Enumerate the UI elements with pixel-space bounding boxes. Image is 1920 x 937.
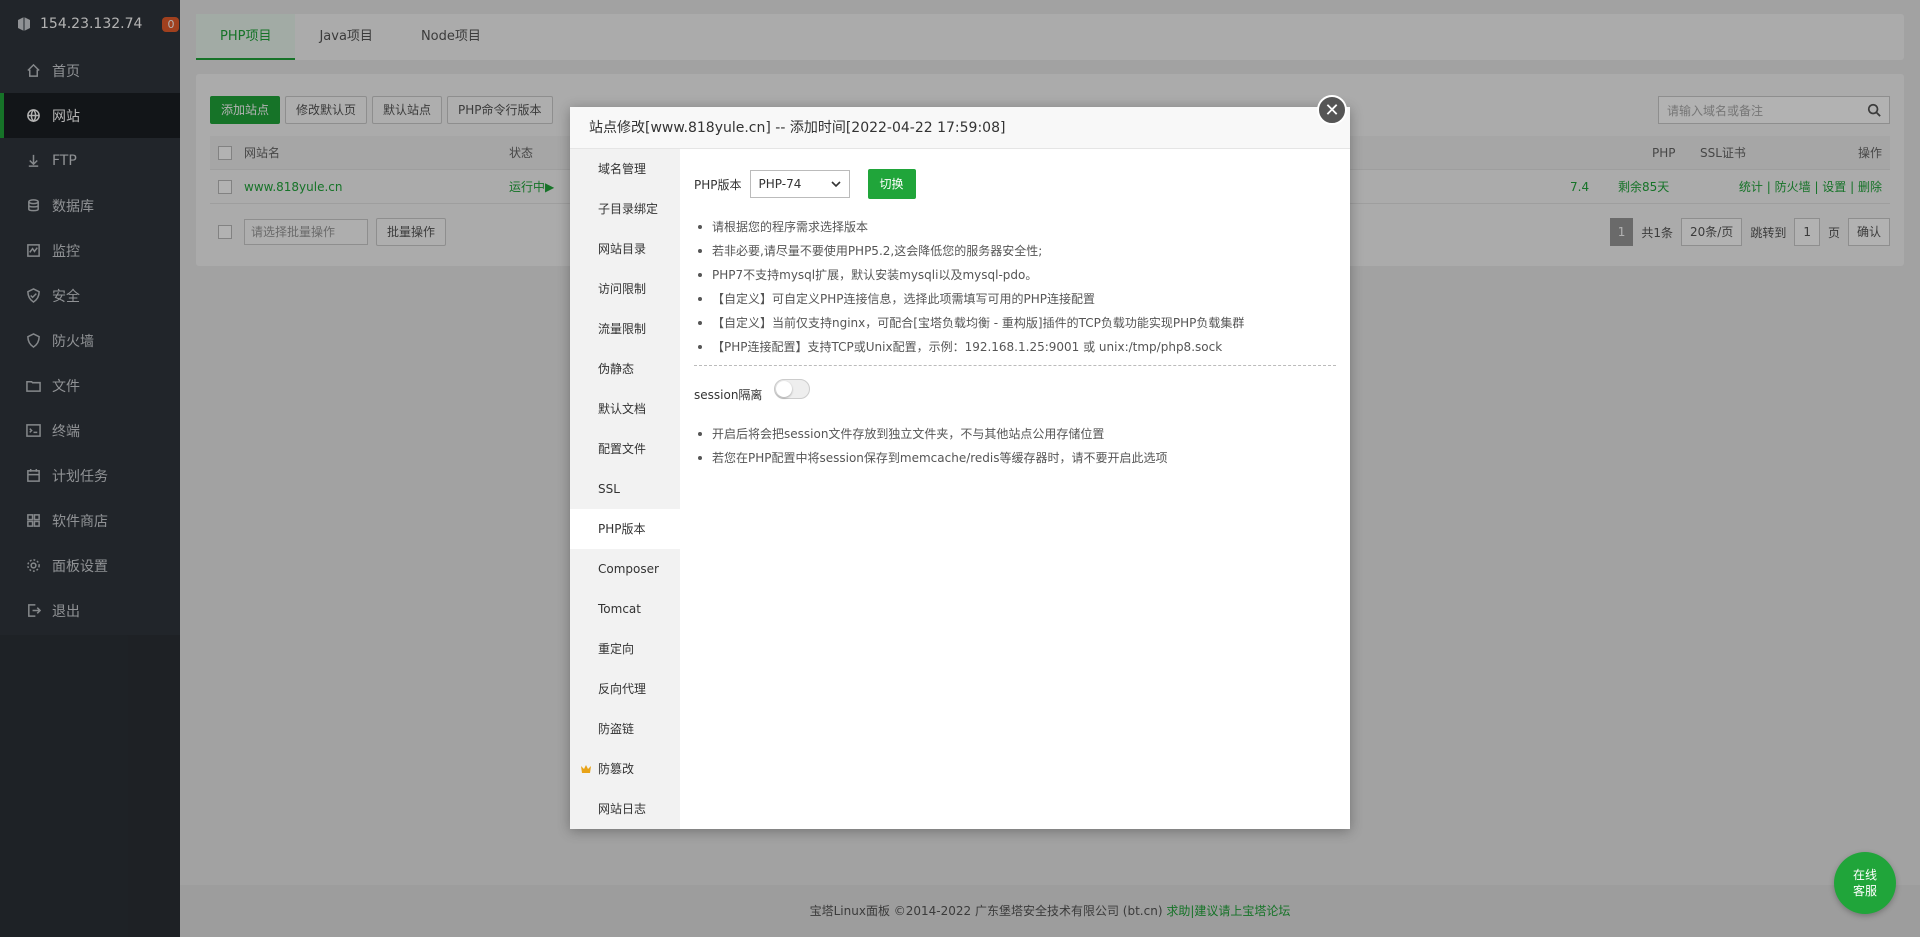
tip-item: 请根据您的程序需求选择版本: [694, 215, 1336, 239]
dialog-menu-label: PHP版本: [598, 522, 646, 536]
chat-line1: 在线: [1852, 868, 1877, 882]
dialog-menu-item[interactable]: 网站日志: [570, 789, 680, 829]
dialog-menu-label: SSL: [598, 482, 620, 496]
site-edit-dialog: 站点修改[www.818yule.cn] -- 添加时间[2022-04-22 …: [570, 107, 1350, 829]
dialog-menu-label: 流量限制: [598, 322, 647, 336]
dialog-menu-item[interactable]: SSL: [570, 469, 680, 509]
tip-item: 开启后将会把session文件存放到独立文件夹，不与其他站点公用存储位置: [694, 422, 1336, 446]
dialog-menu-item[interactable]: Composer: [570, 549, 680, 589]
dialog-menu-item[interactable]: 默认文档: [570, 389, 680, 429]
php-version-label: PHP版本: [694, 177, 742, 192]
php-version-select[interactable]: PHP-74: [749, 170, 850, 198]
dialog-menu-item[interactable]: 防盗链: [570, 709, 680, 749]
session-label: session隔离: [694, 387, 763, 402]
tip-item: 【自定义】当前仅支持nginx，可配合[宝塔负载均衡 - 重构版]插件的TCP负…: [694, 311, 1336, 335]
php-tips-list: 请根据您的程序需求选择版本 若非必要,请尽量不要使用PHP5.2,这会降低您的服务…: [694, 215, 1336, 359]
php-version-row: PHP版本 PHP-74 切换: [694, 169, 1336, 199]
dialog-menu-item[interactable]: 访问限制: [570, 269, 680, 309]
dialog-menu-label: Tomcat: [598, 602, 641, 616]
dialog-menu-label: 域名管理: [598, 162, 647, 176]
dialog-menu-label: Composer: [598, 562, 659, 576]
dialog-title: 站点修改[www.818yule.cn] -- 添加时间[2022-04-22 …: [570, 107, 1350, 149]
tip-item: 若您在PHP配置中将session保存到memcache/redis等缓存器时，…: [694, 446, 1336, 470]
dialog-menu-label: 配置文件: [598, 442, 647, 456]
dialog-menu-label: 反向代理: [598, 682, 647, 696]
switch-php-button[interactable]: 切换: [867, 169, 916, 199]
close-dialog-button[interactable]: ✕: [1317, 95, 1347, 125]
dialog-menu-item[interactable]: 反向代理: [570, 669, 680, 709]
chat-line2: 客服: [1852, 884, 1877, 898]
dialog-menu-label: 防盗链: [598, 722, 635, 736]
tip-item: 若非必要,请尽量不要使用PHP5.2,这会降低您的服务器安全性;: [694, 239, 1336, 263]
tip-item: PHP7不支持mysql扩展，默认安装mysqli以及mysql-pdo。: [694, 263, 1336, 287]
session-row: session隔离: [694, 376, 1336, 412]
chevron-down-icon: [830, 181, 841, 188]
dialog-menu-item[interactable]: 配置文件: [570, 429, 680, 469]
dialog-menu-item[interactable]: 防篡改: [570, 749, 680, 789]
dialog-menu-item[interactable]: 重定向: [570, 629, 680, 669]
dialog-menu-item[interactable]: 网站目录: [570, 229, 680, 269]
dialog-menu-label: 防篡改: [598, 762, 635, 776]
dialog-menu-item[interactable]: 子目录绑定: [570, 189, 680, 229]
divider: [694, 365, 1336, 366]
online-support-button[interactable]: 在线 客服: [1834, 852, 1896, 914]
dialog-menu-label: 子目录绑定: [598, 202, 659, 216]
tip-item: 【自定义】可自定义PHP连接信息，选择此项需填写可用的PHP连接配置: [694, 287, 1336, 311]
php-version-panel: PHP版本 PHP-74 切换 请根据您的程序需求选择版本 若非必要,请尽量不要使…: [694, 169, 1336, 470]
dialog-menu-item[interactable]: Tomcat: [570, 589, 680, 629]
dialog-menu-item[interactable]: PHP版本: [570, 509, 680, 549]
tip-item: 【PHP连接配置】支持TCP或Unix配置，示例：192.168.1.25:90…: [694, 335, 1336, 359]
dialog-menu-label: 默认文档: [598, 402, 647, 416]
dialog-menu-label: 网站目录: [598, 242, 647, 256]
dialog-menu-item[interactable]: 流量限制: [570, 309, 680, 349]
session-tips-list: 开启后将会把session文件存放到独立文件夹，不与其他站点公用存储位置 若您在P…: [694, 422, 1336, 470]
dialog-sidebar: 域名管理子目录绑定网站目录访问限制流量限制伪静态默认文档配置文件 SSL PHP版本…: [570, 149, 680, 829]
dialog-menu-item[interactable]: 域名管理: [570, 149, 680, 189]
dialog-menu-label: 访问限制: [598, 282, 647, 296]
session-isolation-toggle[interactable]: [774, 379, 811, 399]
php-version-value: PHP-74: [758, 177, 802, 191]
dialog-menu-label: 重定向: [598, 642, 635, 656]
dialog-menu-label: 伪静态: [598, 362, 635, 376]
crown-icon: [581, 765, 591, 773]
close-icon: ✕: [1324, 99, 1340, 121]
dialog-menu-label: 网站日志: [598, 802, 647, 816]
dialog-menu-item[interactable]: 伪静态: [570, 349, 680, 389]
